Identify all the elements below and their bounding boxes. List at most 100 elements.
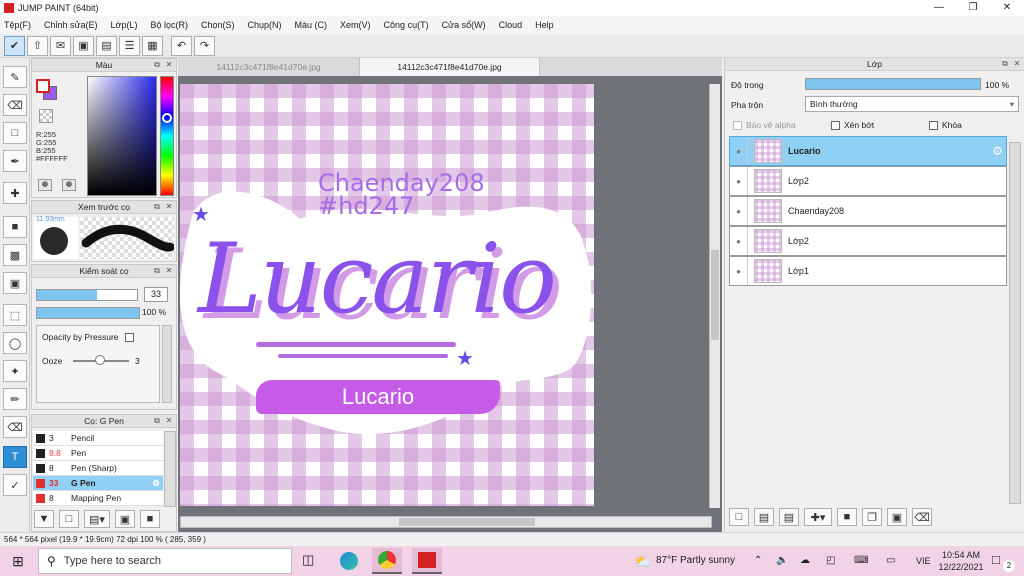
gear-icon[interactable]: ⚙ [152,478,160,489]
eye-icon[interactable]: ● [730,227,748,255]
layer-item-selected[interactable]: ● Lucario ⚙ [729,136,1007,166]
hue-slider[interactable] [160,76,174,196]
protect-alpha-checkbox[interactable] [733,121,742,131]
new-raster-layer-icon[interactable]: ▤ [754,508,774,526]
notification-icon[interactable]: □ [992,552,1000,567]
brush-item[interactable]: 3 Pencil [33,431,163,446]
horizontal-scroll-thumb[interactable] [399,518,535,526]
transparent-color-swatch[interactable] [39,109,53,123]
trash-icon[interactable]: ⌫ [912,508,932,526]
detach-icon[interactable]: ⧉ [1000,59,1010,69]
brush-list-scrollbar[interactable] [164,431,176,507]
canvas-vertical-scrollbar[interactable] [709,84,720,508]
network-icon[interactable]: ◰ [826,546,835,576]
fill-rect-tool-icon[interactable]: ■ [3,216,27,238]
tab-document-1[interactable]: 14112c3c471f8e41d70e.jpg [178,58,360,76]
detach-icon[interactable]: ⧉ [152,202,162,212]
close-icon[interactable]: ✕ [164,202,174,212]
weather-text[interactable]: 87°F Partly sunny [656,546,735,576]
vertical-scroll-thumb[interactable] [711,250,719,340]
menu-select[interactable]: Chọn(S) [201,20,235,30]
check-icon[interactable]: ✔ [4,35,25,56]
list-icon[interactable]: ☰ [119,35,140,56]
document-icon[interactable]: ▤ [96,35,117,56]
ooze-slider[interactable] [73,355,129,365]
edge-browser-icon[interactable] [340,552,358,570]
gradient-tool-icon[interactable]: ▣ [3,272,27,294]
eraser-tool-icon[interactable]: ⌫ [3,94,27,116]
brush-item[interactable]: 8 Mapping Pen [33,491,163,506]
canvas-horizontal-scrollbar[interactable] [180,516,712,528]
layer-item[interactable]: ● Lớp2 [729,226,1007,256]
eye-icon[interactable]: ● [730,257,748,285]
layer-folder-icon[interactable]: ■ [837,508,857,526]
eyedrop-icon[interactable]: ❁ [62,179,76,191]
monitor-icon[interactable]: ▣ [73,35,94,56]
brush-size-input[interactable]: 33 [144,287,168,302]
windows-start-icon[interactable]: ⊞ [0,546,36,576]
menu-tools[interactable]: Công cụ(T) [384,20,429,30]
lasso-tool-icon[interactable]: ◯ [3,332,27,354]
menu-layer[interactable]: Lớp(L) [111,20,138,30]
opacity-pressure-checkbox[interactable] [124,333,134,343]
magic-wand-tool-icon[interactable]: ✦ [3,360,27,382]
hue-handle[interactable] [162,113,172,123]
saturation-value-square[interactable] [87,76,157,196]
select-rect-tool-icon[interactable]: ⬚ [3,304,27,326]
primary-color-swatch[interactable] [36,79,50,93]
brush-control-scrollbar[interactable] [162,325,172,403]
keyboard-icon[interactable]: ⌨ [854,546,868,576]
text-tool-icon[interactable]: T [3,446,27,468]
document-canvas[interactable]: Chaenday208 #hd247 Lucario Lucario ★ ★ [180,84,594,506]
duplicate-layer-icon[interactable]: ❐ [862,508,882,526]
speaker-icon[interactable]: 🔈 [776,546,788,576]
grid-icon[interactable]: ▦ [142,35,163,56]
lock-checkbox[interactable] [929,121,938,131]
eyedropper-tool-icon[interactable]: ✓ [3,474,27,496]
layer-item[interactable]: ● Lớp1 [729,256,1007,286]
close-icon[interactable]: ✕ [164,266,174,276]
menu-file[interactable]: Tệp(F) [4,20,31,30]
ooze-handle[interactable] [95,355,105,365]
menu-color[interactable]: Màu (C) [295,20,328,30]
rectangle-tool-icon[interactable]: □ [3,122,27,144]
clock[interactable]: 10:54 AM 12/22/2021 [938,549,984,573]
eye-icon[interactable]: ● [730,167,748,195]
eye-icon[interactable]: ● [730,197,748,225]
detach-icon[interactable]: ⧉ [152,266,162,276]
detach-icon[interactable]: ⧉ [152,416,162,426]
maximize-button[interactable]: ❐ [956,0,990,16]
menu-capture[interactable]: Chụp(N) [248,20,282,30]
menu-edit[interactable]: Chỉnh sửa(E) [44,20,98,30]
blend-mode-select[interactable]: Bình thường ▾ [805,96,1019,112]
layer-item[interactable]: ● Chaenday208 [729,196,1007,226]
brush-tool-icon[interactable]: ✎ [3,66,27,88]
layer-item[interactable]: ● Lớp2 [729,166,1007,196]
new-layer-icon[interactable]: □ [729,508,749,526]
task-view-icon[interactable]: ◫ [302,552,314,568]
bucket-tool-icon[interactable]: ▩ [3,244,27,266]
chevron-up-icon[interactable]: ⌃ [754,546,762,576]
redo-icon[interactable]: ↷ [194,35,215,56]
clip-checkbox[interactable] [831,121,840,131]
menu-window[interactable]: Cửa sổ(W) [442,20,486,30]
menu-view[interactable]: Xem(V) [340,20,371,30]
menu-help[interactable]: Help [535,20,554,30]
taskbar-search-box[interactable]: ⚲ Type here to search [38,548,292,574]
add-layer-menu-icon[interactable]: ✚▾ [804,508,832,526]
brush-copy-icon[interactable]: ▣ [115,510,135,528]
brush-size-slider[interactable] [36,289,138,301]
menu-cloud[interactable]: Cloud [499,20,523,30]
chat-icon[interactable]: ✉ [50,35,71,56]
menu-filter[interactable]: Bộ lọc(R) [150,20,188,30]
palette-icon[interactable]: ❁ [38,179,52,191]
eye-icon[interactable]: ● [730,137,748,165]
merge-layer-icon[interactable]: ▣ [887,508,907,526]
upload-icon[interactable]: ⇧ [27,35,48,56]
brush-item[interactable]: 8 Pen (Sharp) [33,461,163,476]
layer-opacity-slider[interactable] [805,78,981,90]
display-icon[interactable]: ▭ [886,546,895,576]
new-text-layer-icon[interactable]: ▤ [779,508,799,526]
input-language[interactable]: VIE [916,546,931,576]
brush-item[interactable]: 8.8 Pen [33,446,163,461]
